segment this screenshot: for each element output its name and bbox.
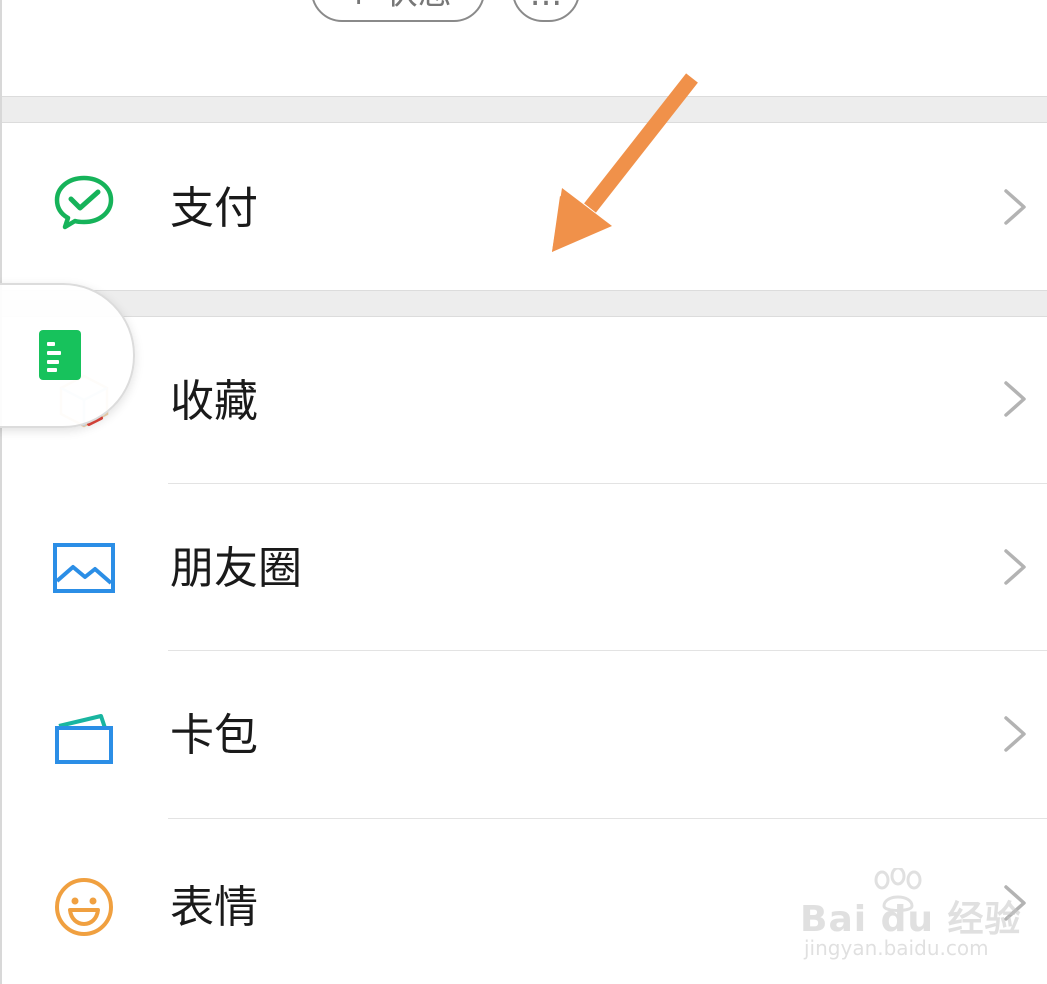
more-button[interactable]: ...: [512, 0, 580, 22]
menu-item-cards[interactable]: 卡包: [0, 651, 1047, 819]
moments-photo-icon: [50, 534, 118, 602]
orange-arrow-annotation: [552, 73, 698, 252]
section-gap: [0, 290, 1047, 317]
wechat-pay-icon: [50, 168, 118, 236]
menu-item-pay[interactable]: 支付: [0, 123, 1047, 290]
smiley-face-icon: [50, 873, 118, 941]
status-button-label: + 状态: [344, 0, 451, 14]
chevron-right-icon: [1004, 189, 1026, 225]
menu-item-favorites-label: 收藏: [170, 376, 258, 427]
chevron-right-icon: [1004, 549, 1026, 585]
chevron-right-icon: [1004, 716, 1026, 752]
menu-item-cards-label: 卡包: [170, 710, 258, 761]
menu-item-pay-label: 支付: [170, 183, 258, 234]
baidu-jingyan-watermark: Bai du 经验 jingyan.baidu.com: [800, 868, 1021, 968]
watermark-main-text: Bai du 经验: [800, 899, 1022, 940]
chevron-right-icon: [1004, 381, 1026, 417]
menu-item-stickers-label: 表情: [170, 882, 258, 933]
menu-item-moments[interactable]: 朋友圈: [0, 484, 1047, 651]
section-gap: [0, 96, 1047, 123]
status-button[interactable]: + 状态: [311, 0, 485, 22]
watermark-url-text: jingyan.baidu.com: [804, 936, 989, 960]
menu-item-favorites[interactable]: 收藏: [0, 317, 1047, 484]
menu-item-moments-label: 朋友圈: [170, 543, 302, 594]
me-page: + 状态 ... 支付 收藏: [0, 0, 1047, 984]
more-button-label: ...: [530, 0, 562, 14]
document-icon[interactable]: [39, 330, 81, 380]
left-edge-line: [0, 0, 2, 984]
card-wallet-icon: [50, 704, 118, 772]
profile-header-bottom: + 状态 ...: [0, 0, 1047, 97]
